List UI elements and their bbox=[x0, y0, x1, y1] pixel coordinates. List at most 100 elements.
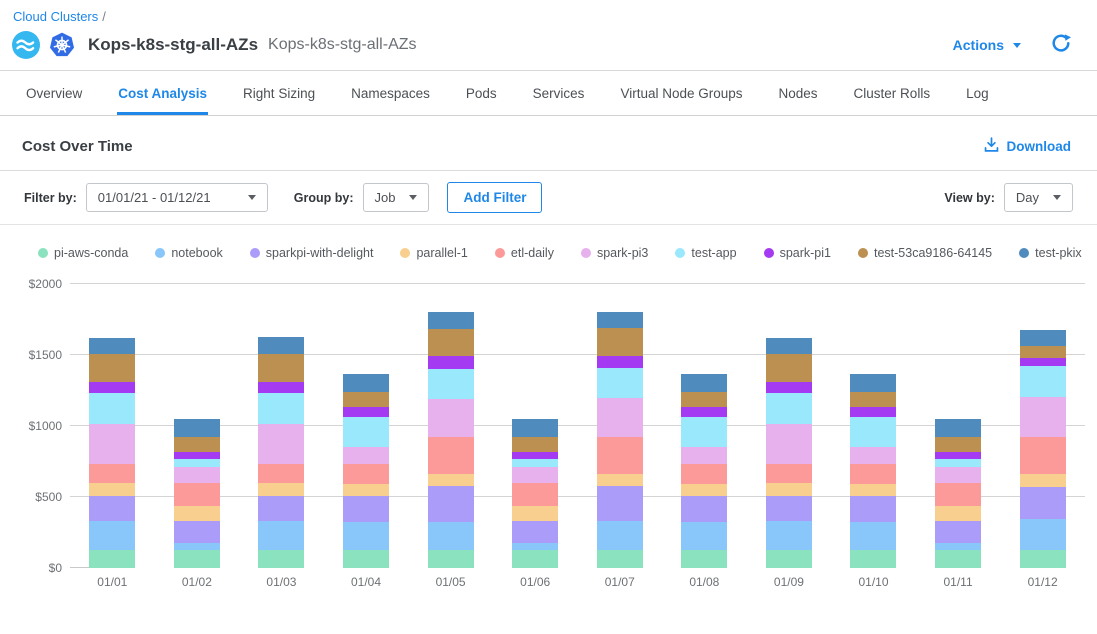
bar-segment-spark-pi1[interactable] bbox=[258, 382, 304, 393]
bar-segment-spark-pi1[interactable] bbox=[428, 356, 474, 368]
bar-segment-spark-pi3[interactable] bbox=[89, 424, 135, 464]
bar-segment-notebook[interactable] bbox=[850, 522, 896, 550]
bar-segment-test-53ca9186-64145[interactable] bbox=[597, 328, 643, 356]
bar-01/03[interactable] bbox=[258, 337, 304, 568]
bar-segment-test-53ca9186-64145[interactable] bbox=[766, 354, 812, 382]
bar-segment-sparkpi-with-delight[interactable] bbox=[174, 521, 220, 543]
bar-segment-spark-pi3[interactable] bbox=[935, 467, 981, 483]
bar-segment-test-pkix[interactable] bbox=[681, 374, 727, 392]
bar-segment-spark-pi3[interactable] bbox=[343, 447, 389, 463]
bar-segment-etl-daily[interactable] bbox=[258, 464, 304, 483]
bar-segment-etl-daily[interactable] bbox=[766, 464, 812, 483]
bar-segment-sparkpi-with-delight[interactable] bbox=[681, 496, 727, 522]
bar-segment-sparkpi-with-delight[interactable] bbox=[343, 496, 389, 522]
bar-segment-sparkpi-with-delight[interactable] bbox=[766, 496, 812, 522]
bar-segment-test-53ca9186-64145[interactable] bbox=[512, 437, 558, 452]
bar-segment-pi-aws-conda[interactable] bbox=[174, 550, 220, 568]
bar-segment-spark-pi1[interactable] bbox=[174, 452, 220, 460]
bar-segment-sparkpi-with-delight[interactable] bbox=[428, 486, 474, 522]
bar-segment-etl-daily[interactable] bbox=[1020, 437, 1066, 474]
bar-segment-test-pkix[interactable] bbox=[174, 419, 220, 437]
bar-segment-spark-pi1[interactable] bbox=[89, 382, 135, 393]
bar-segment-parallel-1[interactable] bbox=[343, 484, 389, 496]
bar-segment-test-53ca9186-64145[interactable] bbox=[428, 329, 474, 357]
bar-segment-spark-pi1[interactable] bbox=[935, 452, 981, 460]
bar-01/09[interactable] bbox=[766, 338, 812, 568]
bar-segment-etl-daily[interactable] bbox=[89, 464, 135, 483]
view-by-select[interactable]: Day bbox=[1004, 183, 1073, 212]
add-filter-button[interactable]: Add Filter bbox=[447, 182, 542, 213]
bar-segment-parallel-1[interactable] bbox=[258, 483, 304, 496]
bar-segment-test-53ca9186-64145[interactable] bbox=[935, 437, 981, 452]
bar-segment-test-app[interactable] bbox=[850, 417, 896, 448]
bar-segment-pi-aws-conda[interactable] bbox=[258, 550, 304, 568]
bar-01/07[interactable] bbox=[597, 312, 643, 568]
bar-segment-sparkpi-with-delight[interactable] bbox=[89, 496, 135, 522]
bar-segment-etl-daily[interactable] bbox=[935, 483, 981, 506]
bar-01/01[interactable] bbox=[89, 338, 135, 568]
bar-segment-spark-pi3[interactable] bbox=[512, 467, 558, 483]
bar-segment-test-pkix[interactable] bbox=[428, 312, 474, 328]
bar-segment-parallel-1[interactable] bbox=[89, 483, 135, 496]
bar-01/02[interactable] bbox=[174, 419, 220, 568]
legend-item-sparkpi-with-delight[interactable]: sparkpi-with-delight bbox=[250, 246, 374, 260]
bar-segment-spark-pi3[interactable] bbox=[258, 424, 304, 464]
legend-item-parallel-1[interactable]: parallel-1 bbox=[400, 246, 467, 260]
bar-segment-spark-pi1[interactable] bbox=[343, 407, 389, 417]
actions-button[interactable]: Actions bbox=[953, 37, 1021, 53]
legend-item-etl-daily[interactable]: etl-daily bbox=[495, 246, 554, 260]
bar-segment-test-app[interactable] bbox=[512, 459, 558, 466]
bar-segment-spark-pi1[interactable] bbox=[1020, 358, 1066, 366]
bar-segment-spark-pi3[interactable] bbox=[766, 424, 812, 464]
bar-segment-etl-daily[interactable] bbox=[428, 437, 474, 474]
bar-segment-spark-pi1[interactable] bbox=[512, 452, 558, 460]
bar-segment-spark-pi3[interactable] bbox=[174, 467, 220, 483]
bar-segment-notebook[interactable] bbox=[343, 522, 389, 550]
bar-segment-test-53ca9186-64145[interactable] bbox=[174, 437, 220, 452]
tab-log[interactable]: Log bbox=[965, 71, 990, 115]
bar-segment-pi-aws-conda[interactable] bbox=[681, 550, 727, 568]
bar-segment-pi-aws-conda[interactable] bbox=[850, 550, 896, 568]
bar-segment-test-pkix[interactable] bbox=[766, 338, 812, 354]
bar-segment-sparkpi-with-delight[interactable] bbox=[597, 486, 643, 522]
bar-segment-pi-aws-conda[interactable] bbox=[512, 550, 558, 568]
bar-segment-test-53ca9186-64145[interactable] bbox=[850, 392, 896, 407]
bar-segment-spark-pi3[interactable] bbox=[428, 399, 474, 437]
refresh-button[interactable] bbox=[1051, 34, 1071, 57]
bar-segment-test-53ca9186-64145[interactable] bbox=[258, 354, 304, 382]
bar-segment-etl-daily[interactable] bbox=[597, 437, 643, 474]
bar-segment-test-app[interactable] bbox=[935, 459, 981, 466]
bar-segment-spark-pi1[interactable] bbox=[850, 407, 896, 417]
bar-segment-sparkpi-with-delight[interactable] bbox=[850, 496, 896, 522]
bar-segment-pi-aws-conda[interactable] bbox=[597, 550, 643, 568]
bar-segment-etl-daily[interactable] bbox=[850, 464, 896, 484]
bar-segment-test-pkix[interactable] bbox=[597, 312, 643, 328]
tab-pods[interactable]: Pods bbox=[465, 71, 498, 115]
bar-segment-test-53ca9186-64145[interactable] bbox=[1020, 346, 1066, 358]
bar-segment-pi-aws-conda[interactable] bbox=[343, 550, 389, 568]
bar-segment-etl-daily[interactable] bbox=[681, 464, 727, 484]
bar-segment-etl-daily[interactable] bbox=[343, 464, 389, 484]
bar-01/04[interactable] bbox=[343, 374, 389, 568]
bar-segment-parallel-1[interactable] bbox=[766, 483, 812, 496]
bar-segment-test-app[interactable] bbox=[89, 393, 135, 424]
tab-overview[interactable]: Overview bbox=[25, 71, 83, 115]
bar-01/08[interactable] bbox=[681, 374, 727, 568]
bar-segment-spark-pi1[interactable] bbox=[766, 382, 812, 393]
bar-segment-test-app[interactable] bbox=[174, 459, 220, 466]
bar-segment-test-53ca9186-64145[interactable] bbox=[681, 392, 727, 407]
tab-namespaces[interactable]: Namespaces bbox=[350, 71, 431, 115]
bar-segment-etl-daily[interactable] bbox=[512, 483, 558, 506]
tab-cost-analysis[interactable]: Cost Analysis bbox=[117, 71, 208, 115]
bar-segment-parallel-1[interactable] bbox=[681, 484, 727, 496]
bar-segment-test-pkix[interactable] bbox=[258, 337, 304, 353]
download-button[interactable]: Download bbox=[983, 136, 1072, 156]
bar-segment-notebook[interactable] bbox=[597, 521, 643, 549]
bar-segment-test-53ca9186-64145[interactable] bbox=[343, 392, 389, 407]
legend-item-test-pkix[interactable]: test-pkix bbox=[1019, 246, 1082, 260]
bar-01/12[interactable] bbox=[1020, 330, 1066, 568]
bar-segment-parallel-1[interactable] bbox=[935, 506, 981, 522]
breadcrumb-link[interactable]: Cloud Clusters bbox=[13, 9, 98, 24]
bar-segment-test-app[interactable] bbox=[681, 417, 727, 448]
legend-item-test-53ca9186-64145[interactable]: test-53ca9186-64145 bbox=[858, 246, 992, 260]
